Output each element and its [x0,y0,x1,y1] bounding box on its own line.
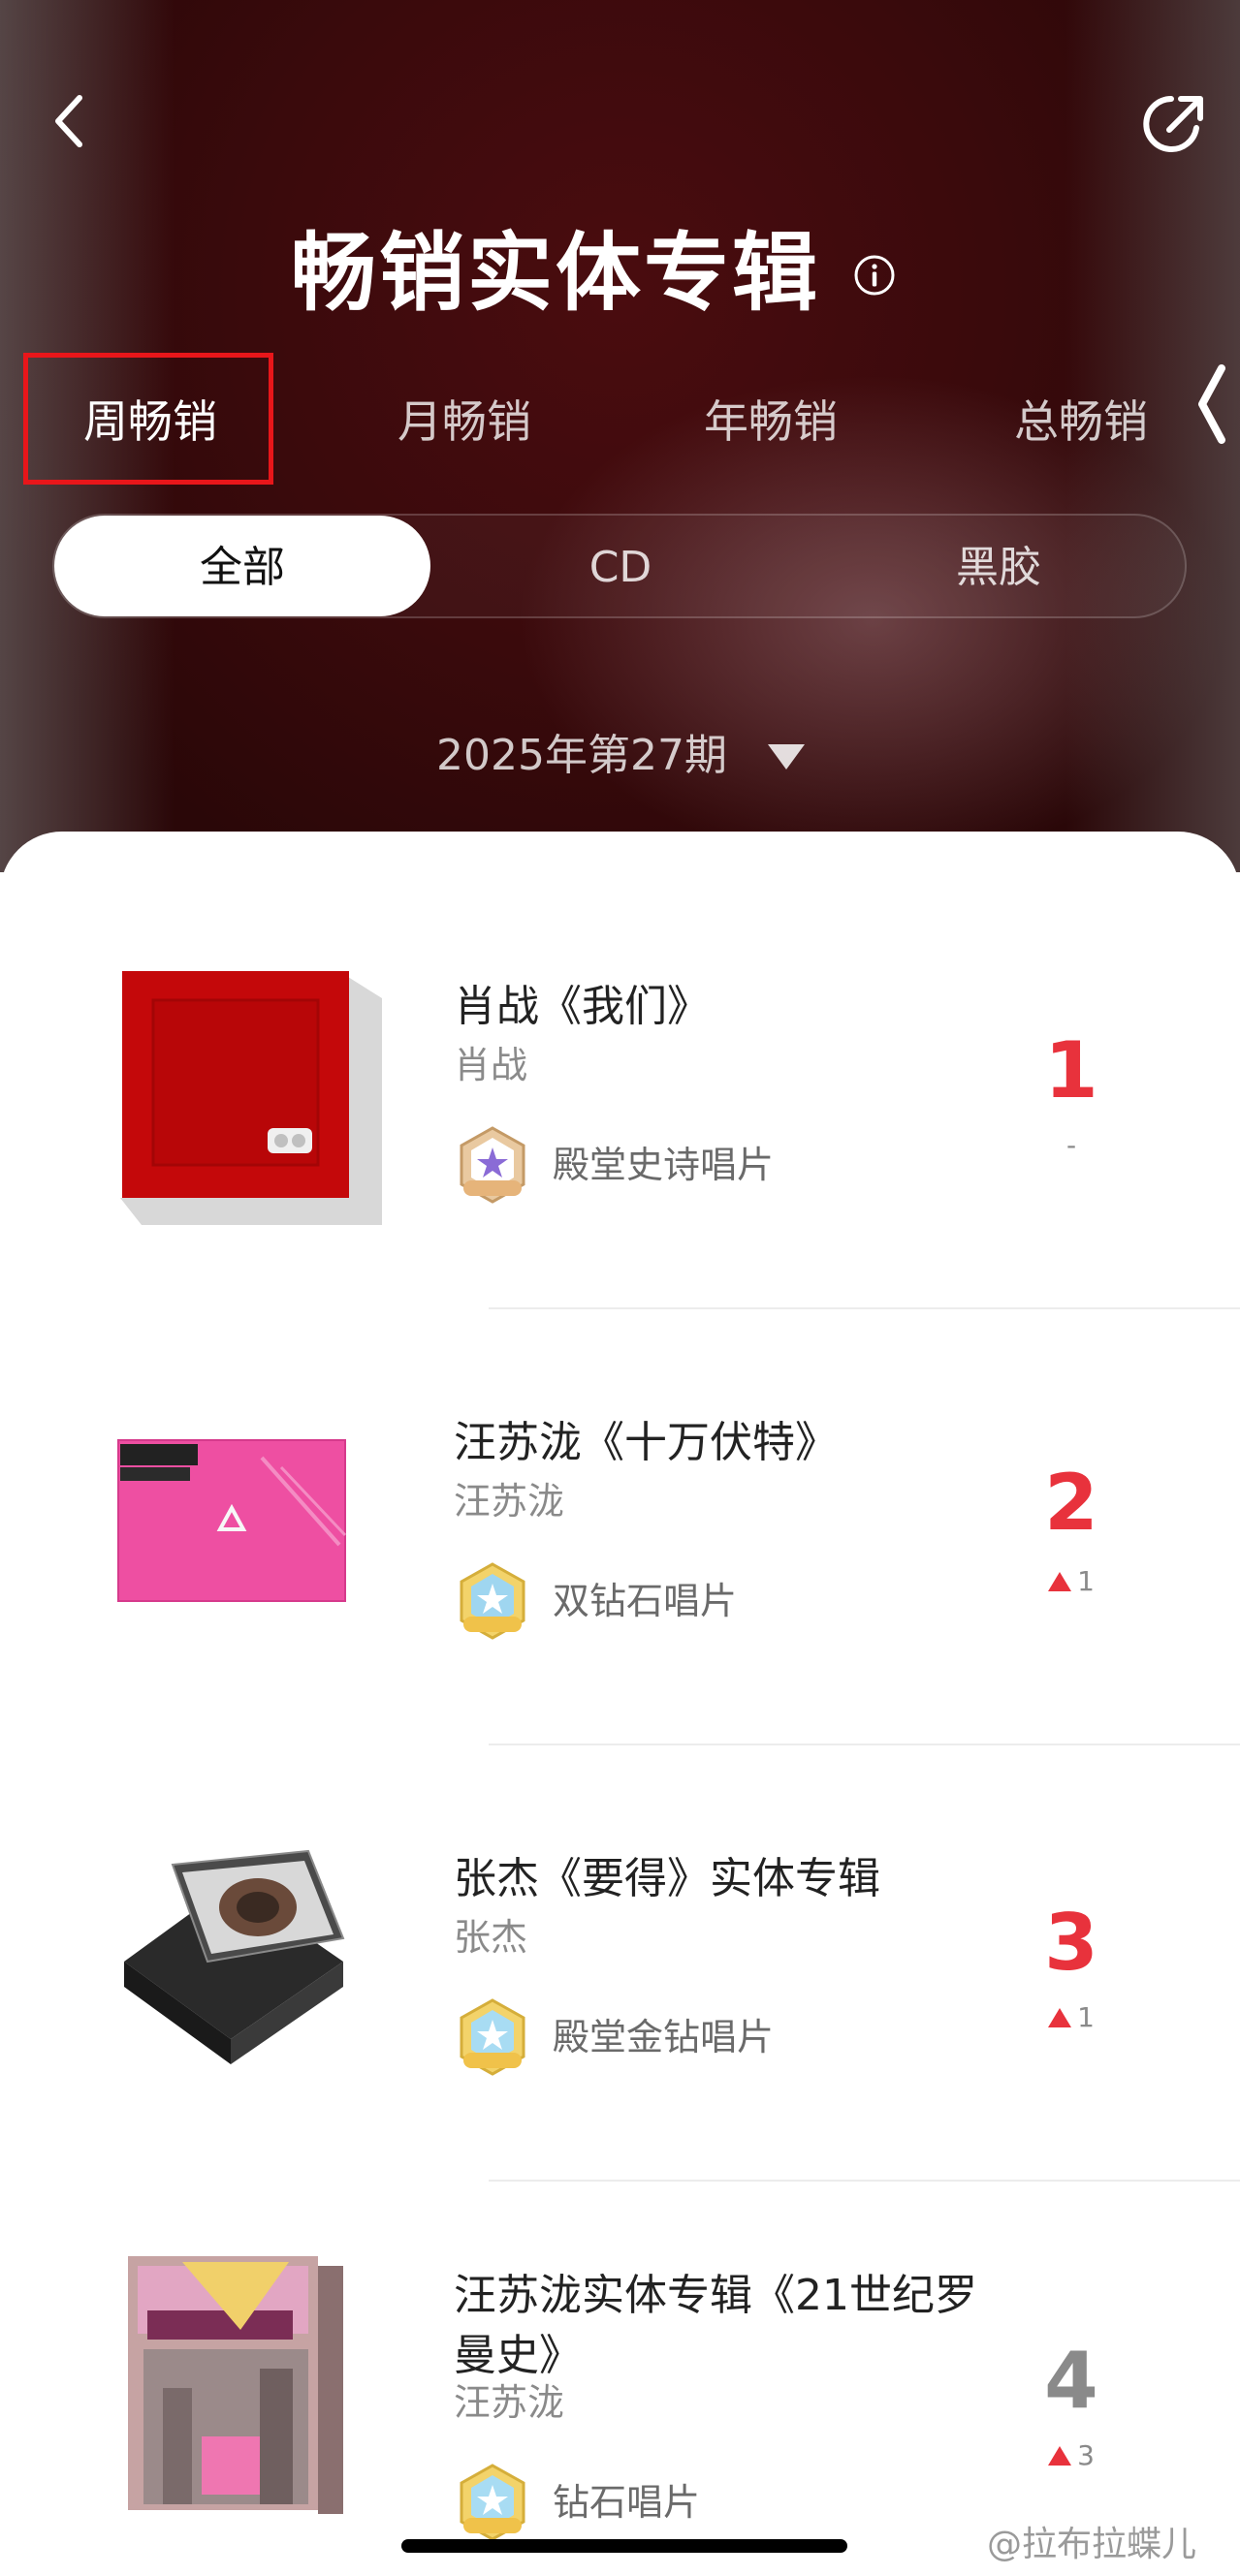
rank-change: 1 [1018,1564,1125,1599]
diamond-medal-icon [460,1562,525,1640]
segment-vinyl[interactable]: 黑胶 [853,541,1144,595]
certification-label: 双钻石唱片 [553,1580,738,1622]
artist-name: 肖战 [454,1044,528,1086]
album-title: 汪苏泷实体专辑《21世纪罗曼史》 [454,2271,977,2380]
album-cover [120,971,382,1225]
album-cover [128,2256,343,2514]
diamond-medal-icon [460,1126,525,1204]
tab-monthly[interactable]: 月畅销 [397,393,531,451]
watermark: @拉布拉蝶儿 [987,2525,1197,2564]
highlight-box [23,353,273,485]
diamond-medal-icon [460,2464,525,2541]
album-title: 肖战《我们》 [454,982,710,1031]
page-title: 畅销实体专辑 [291,223,821,323]
artist-name: 汪苏泷 [454,2381,565,2424]
album-title: 张杰《要得》实体专辑 [454,1854,880,1903]
chevron-left-icon[interactable] [1191,361,1229,448]
album-cover [117,1439,347,1602]
artist-name: 张杰 [454,1916,528,1959]
segment-all[interactable]: 全部 [97,541,388,595]
rank-number: 3 [1044,1898,1098,1988]
segment-cd[interactable]: CD [475,541,766,595]
period-selector[interactable]: 2025年第27期 [436,729,727,783]
back-button[interactable] [47,92,95,150]
rank-change: 3 [1018,2438,1125,2473]
rank-number: 1 [1044,1025,1098,1115]
rank-change: 1 [1018,2000,1125,2035]
album-title: 汪苏泷《十万伏特》 [454,1418,838,1467]
rank-up-icon [1048,2008,1072,2027]
tab-all-time[interactable]: 总畅销 [1014,393,1148,451]
artist-name: 汪苏泷 [454,1480,565,1523]
rank-up-icon [1048,1572,1072,1591]
certification-label: 钻石唱片 [553,2481,701,2524]
album-cover [124,1849,345,2064]
tab-yearly[interactable]: 年畅销 [704,393,838,451]
share-button[interactable] [1142,89,1210,157]
rank-number: 2 [1044,1458,1098,1548]
rank-number: 4 [1044,2336,1098,2426]
caret-down-icon[interactable] [766,742,807,771]
rank-change: - [1065,1129,1077,1161]
diamond-medal-icon [460,1998,525,2076]
certification-label: 殿堂史诗唱片 [553,1144,775,1186]
info-icon[interactable] [853,254,896,297]
rank-up-icon [1048,2446,1072,2466]
certification-label: 殿堂金钻唱片 [553,2016,775,2058]
home-indicator[interactable] [401,2539,847,2553]
